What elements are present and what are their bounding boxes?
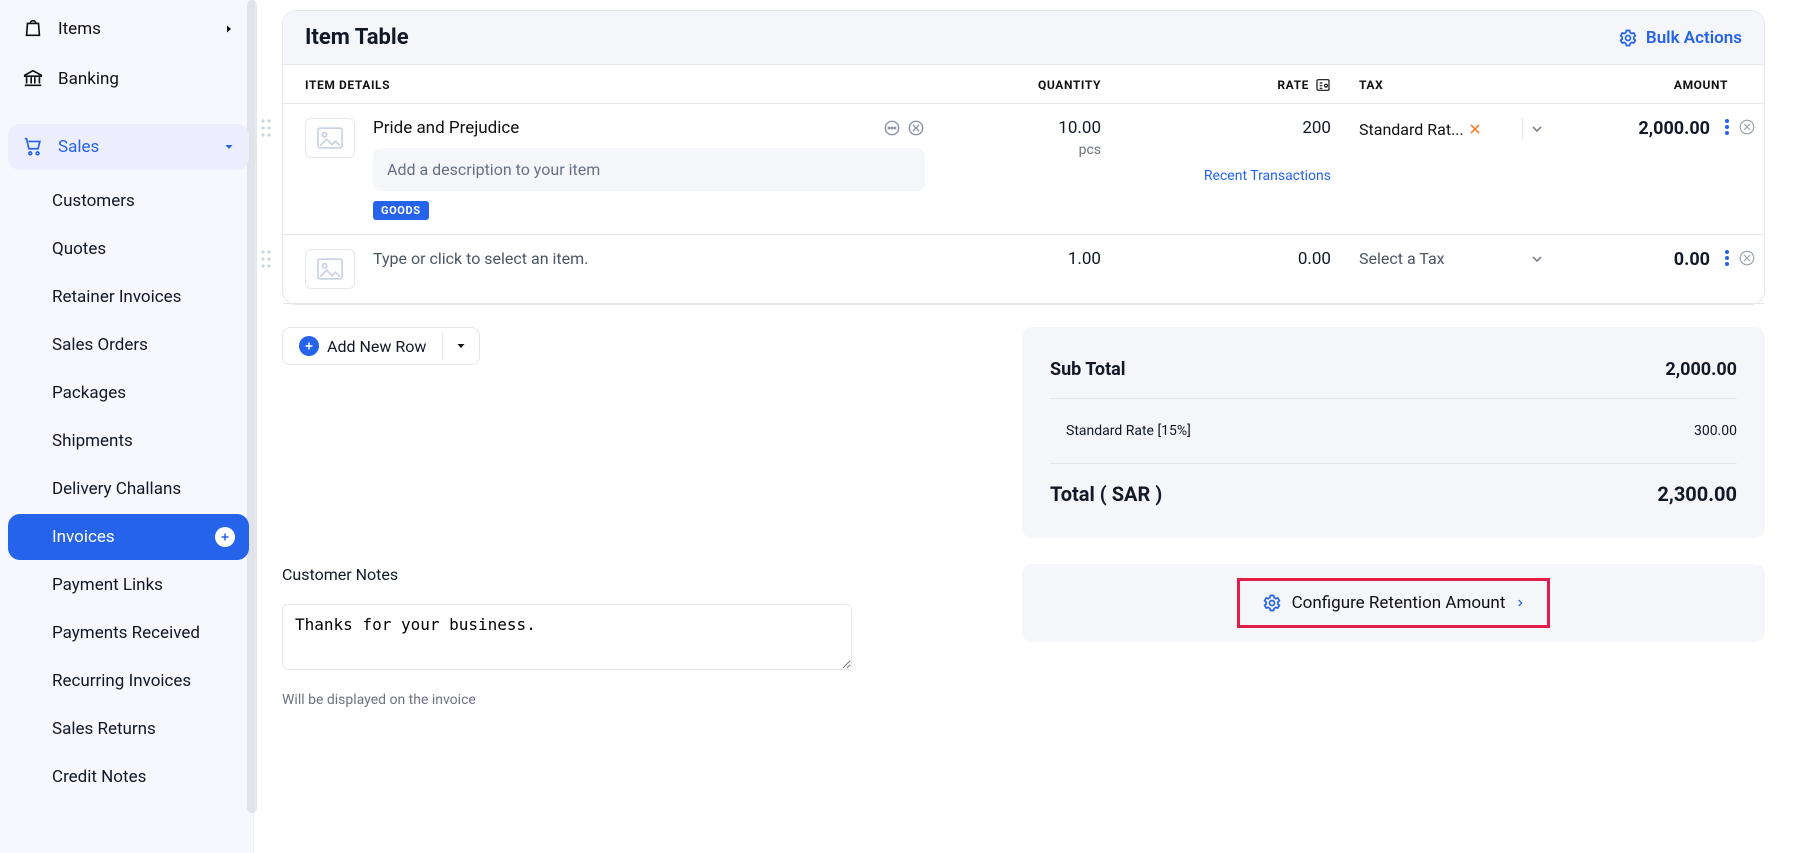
item-image-placeholder[interactable] [305,249,355,289]
rate-settings-icon[interactable] [1315,77,1331,93]
quantity-cell[interactable]: 10.00 pcs [925,118,1115,220]
row-menu-icon[interactable] [1724,249,1730,267]
sidebar-item-sales-orders[interactable]: Sales Orders [8,322,249,368]
rate-cell[interactable]: 0.00 [1115,249,1345,289]
customer-notes-hint: Will be displayed on the invoice [282,692,982,708]
item-row: Pride and Prejudice Add a description to… [283,104,1764,235]
panel-header: Item Table Bulk Actions [283,11,1764,65]
item-select-input[interactable]: Type or click to select an item. [373,249,925,268]
sidebar-sales-label: Sales [58,137,99,157]
tax-cell[interactable]: Standard Rat... [1345,118,1545,220]
gear-icon [1618,28,1638,48]
sidebar-item-recurring-invoices[interactable]: Recurring Invoices [8,658,249,704]
rate-cell[interactable]: 200 Recent Transactions [1115,118,1345,220]
row-menu-icon[interactable] [1724,118,1730,136]
sidebar-item-packages[interactable]: Packages [8,370,249,416]
quantity-unit: pcs [925,142,1101,158]
gear-icon [1262,593,1282,613]
customer-notes-input[interactable] [282,604,852,670]
column-headers: ITEM DETAILS QUANTITY RATE TAX AMOUNT [283,65,1764,104]
amount-cell: 0.00 [1545,249,1764,289]
row-delete-icon[interactable] [1738,249,1756,267]
tax-dropdown-icon[interactable] [1529,121,1545,137]
total-label: Total ( SAR ) [1050,482,1162,506]
new-invoice-button[interactable] [215,527,235,547]
goods-badge: GOODS [373,201,429,220]
add-new-row-button[interactable]: Add New Row [283,328,442,364]
sidebar-items-label: Items [58,19,101,39]
sidebar-item-delivery-challans[interactable]: Delivery Challans [8,466,249,512]
chevron-right-icon [223,23,235,35]
col-amount: AMOUNT [1545,78,1742,92]
item-image-placeholder[interactable] [305,118,355,158]
sidebar-banking[interactable]: Banking [8,56,249,102]
item-description-input[interactable]: Add a description to your item [373,148,925,191]
main-content: Item Table Bulk Actions ITEM DETAILS QUA… [254,0,1805,853]
chevron-right-icon [1515,596,1525,610]
bank-icon [22,67,46,91]
subtotal-value: 2,000.00 [1665,359,1737,380]
sales-subitems: Customers Quotes Retainer Invoices Sales… [8,178,249,800]
sidebar-item-shipments[interactable]: Shipments [8,418,249,464]
amount-cell: 2,000.00 [1545,118,1764,220]
remove-item-icon[interactable] [907,119,925,137]
item-table-panel: Item Table Bulk Actions ITEM DETAILS QUA… [282,10,1765,305]
tax-dropdown-icon[interactable] [1529,251,1545,267]
sidebar-item-credit-notes[interactable]: Credit Notes [8,754,249,800]
bulk-actions-label: Bulk Actions [1646,28,1742,48]
sidebar-item-customers[interactable]: Customers [8,178,249,224]
sidebar-sales[interactable]: Sales [8,124,249,170]
chevron-down-icon [223,141,235,153]
tax-breakdown-value: 300.00 [1694,423,1737,439]
sidebar-items[interactable]: Items [8,6,249,52]
subtotal-label: Sub Total [1050,359,1126,380]
bulk-actions-button[interactable]: Bulk Actions [1618,28,1742,48]
col-tax: TAX [1345,78,1545,92]
item-row: Type or click to select an item. 1.00 0.… [283,235,1764,304]
tax-placeholder: Select a Tax [1359,249,1445,268]
recent-transactions-link[interactable]: Recent Transactions [1115,168,1331,184]
sidebar-item-retainer-invoices[interactable]: Retainer Invoices [8,274,249,320]
drag-handle-icon[interactable] [259,247,275,271]
configure-retention-button[interactable]: Configure Retention Amount [1237,578,1551,628]
col-rate: RATE [1115,77,1345,93]
sidebar-item-payment-links[interactable]: Payment Links [8,562,249,608]
add-new-row: Add New Row [282,327,480,365]
sidebar-item-invoices[interactable]: Invoices [8,514,249,560]
retention-panel: Configure Retention Amount [1022,564,1765,642]
sidebar-banking-label: Banking [58,69,119,89]
totals-panel: Sub Total 2,000.00 Standard Rate [15%] 3… [1022,327,1765,538]
shopping-bag-icon [22,17,46,41]
row-delete-icon[interactable] [1738,118,1756,136]
col-quantity: QUANTITY [925,78,1115,92]
drag-handle-icon[interactable] [259,116,275,140]
sidebar-item-quotes[interactable]: Quotes [8,226,249,272]
quantity-cell[interactable]: 1.00 [925,249,1115,289]
tax-cell[interactable]: Select a Tax [1345,249,1545,289]
tax-breakdown-label: Standard Rate [15%] [1066,423,1191,439]
plus-icon [299,336,319,356]
sidebar-item-sales-returns[interactable]: Sales Returns [8,706,249,752]
clear-tax-icon[interactable] [1468,122,1482,136]
sidebar-item-payments-received[interactable]: Payments Received [8,610,249,656]
more-icon[interactable] [883,119,901,137]
tax-value: Standard Rat... [1359,120,1464,139]
add-row-dropdown[interactable] [442,332,479,360]
sidebar: Items Banking Sales Customers Quotes Re [0,0,254,853]
panel-title: Item Table [305,25,409,50]
total-value: 2,300.00 [1657,482,1737,506]
cart-icon [22,135,46,159]
item-name[interactable]: Pride and Prejudice [373,118,519,138]
customer-notes-label: Customer Notes [282,565,982,584]
col-item-details: ITEM DETAILS [305,78,925,92]
